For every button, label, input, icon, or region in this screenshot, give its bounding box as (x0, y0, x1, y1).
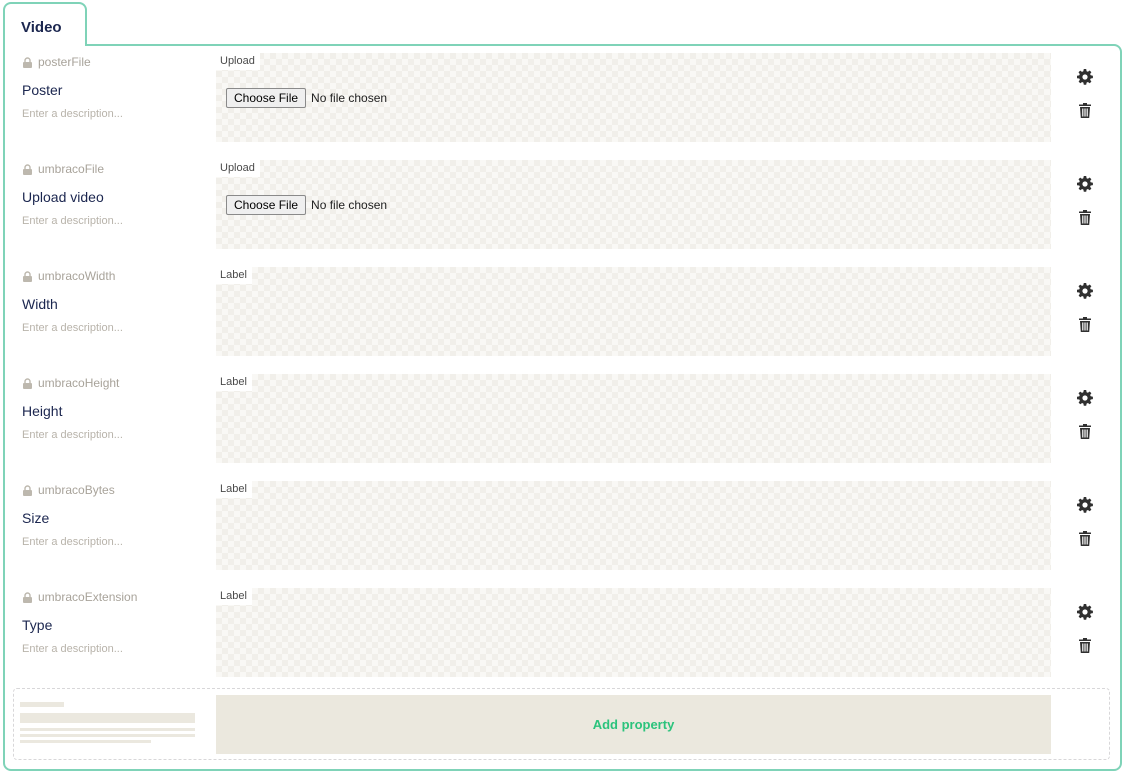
trash-icon[interactable] (1079, 210, 1091, 225)
alias-text: umbracoWidth (38, 269, 116, 283)
file-status: No file chosen (311, 91, 388, 105)
property-editor-preview: Label (216, 267, 1051, 356)
alias-text: umbracoBytes (38, 483, 115, 497)
file-upload-control: Choose File No file chosen (226, 88, 387, 108)
gear-icon[interactable] (1077, 497, 1093, 513)
alias-text: umbracoFile (38, 162, 105, 176)
alias-text: umbracoExtension (38, 590, 138, 604)
choose-file-button[interactable]: Choose File (226, 195, 307, 215)
property-description[interactable]: Enter a description... (22, 536, 123, 548)
property-editor-preview: Upload Choose File No file chosen (216, 160, 1051, 249)
placeholder-line (20, 702, 64, 707)
trash-icon[interactable] (1079, 638, 1091, 653)
gear-icon[interactable] (1077, 604, 1093, 620)
trash-icon[interactable] (1079, 424, 1091, 439)
property-row-height: umbracoHeight Height Enter a description… (5, 367, 1123, 463)
lock-icon (23, 377, 32, 389)
property-row-type: umbracoExtension Type Enter a descriptio… (5, 581, 1123, 677)
property-description[interactable]: Enter a description... (22, 215, 123, 227)
lock-icon (23, 163, 32, 175)
property-row-upload-video: umbracoFile Upload video Enter a descrip… (5, 153, 1123, 249)
add-property-button[interactable]: Add property (216, 695, 1051, 754)
lock-icon (23, 591, 32, 603)
property-editor-preview: Label (216, 374, 1051, 463)
file-upload-control: Choose File No file chosen (226, 195, 387, 215)
properties-panel: posterFile Poster Enter a description...… (3, 44, 1122, 771)
property-row-size: umbracoBytes Size Enter a description...… (5, 474, 1123, 570)
property-editor-preview: Upload Choose File No file chosen (216, 53, 1051, 142)
property-alias: umbracoFile (23, 162, 104, 176)
editor-type-label: Upload (216, 160, 260, 177)
trash-icon[interactable] (1079, 531, 1091, 546)
property-alias: umbracoHeight (23, 376, 119, 390)
gear-icon[interactable] (1077, 176, 1093, 192)
placeholder-line (20, 728, 195, 731)
alias-text: posterFile (38, 55, 91, 69)
editor-type-label: Label (216, 588, 252, 605)
add-property-label: Add property (592, 717, 675, 732)
property-name[interactable]: Height (22, 403, 62, 419)
lock-icon (23, 270, 32, 282)
property-alias: posterFile (23, 55, 91, 69)
lock-icon (23, 484, 32, 496)
trash-icon[interactable] (1079, 317, 1091, 332)
property-description[interactable]: Enter a description... (22, 429, 123, 441)
property-name[interactable]: Width (22, 296, 58, 312)
add-property-area: Add property (13, 688, 1110, 760)
gear-icon[interactable] (1077, 69, 1093, 85)
property-alias: umbracoWidth (23, 269, 115, 283)
editor-type-label: Label (216, 481, 252, 498)
property-name[interactable]: Type (22, 617, 52, 633)
gear-icon[interactable] (1077, 283, 1093, 299)
property-description[interactable]: Enter a description... (22, 108, 123, 120)
property-row-poster: posterFile Poster Enter a description...… (5, 46, 1123, 142)
choose-file-button[interactable]: Choose File (226, 88, 307, 108)
file-status: No file chosen (311, 198, 388, 212)
tab-video[interactable]: Video (3, 2, 87, 46)
property-alias: umbracoBytes (23, 483, 115, 497)
editor-type-label: Upload (216, 53, 260, 70)
property-editor-preview: Label (216, 481, 1051, 570)
property-name[interactable]: Upload video (22, 189, 104, 205)
placeholder-block (20, 713, 195, 723)
lock-icon (23, 56, 32, 68)
property-name[interactable]: Poster (22, 82, 62, 98)
editor-type-label: Label (216, 374, 252, 391)
property-editor-preview: Label (216, 588, 1051, 677)
alias-text: umbracoHeight (38, 376, 120, 390)
property-description[interactable]: Enter a description... (22, 322, 123, 334)
property-alias: umbracoExtension (23, 590, 137, 604)
property-description[interactable]: Enter a description... (22, 643, 123, 655)
editor-type-label: Label (216, 267, 252, 284)
placeholder-line (20, 740, 151, 743)
property-row-width: umbracoWidth Width Enter a description..… (5, 260, 1123, 356)
tab-label: Video (21, 19, 62, 36)
placeholder-line (20, 734, 195, 737)
trash-icon[interactable] (1079, 103, 1091, 118)
gear-icon[interactable] (1077, 390, 1093, 406)
property-name[interactable]: Size (22, 510, 49, 526)
